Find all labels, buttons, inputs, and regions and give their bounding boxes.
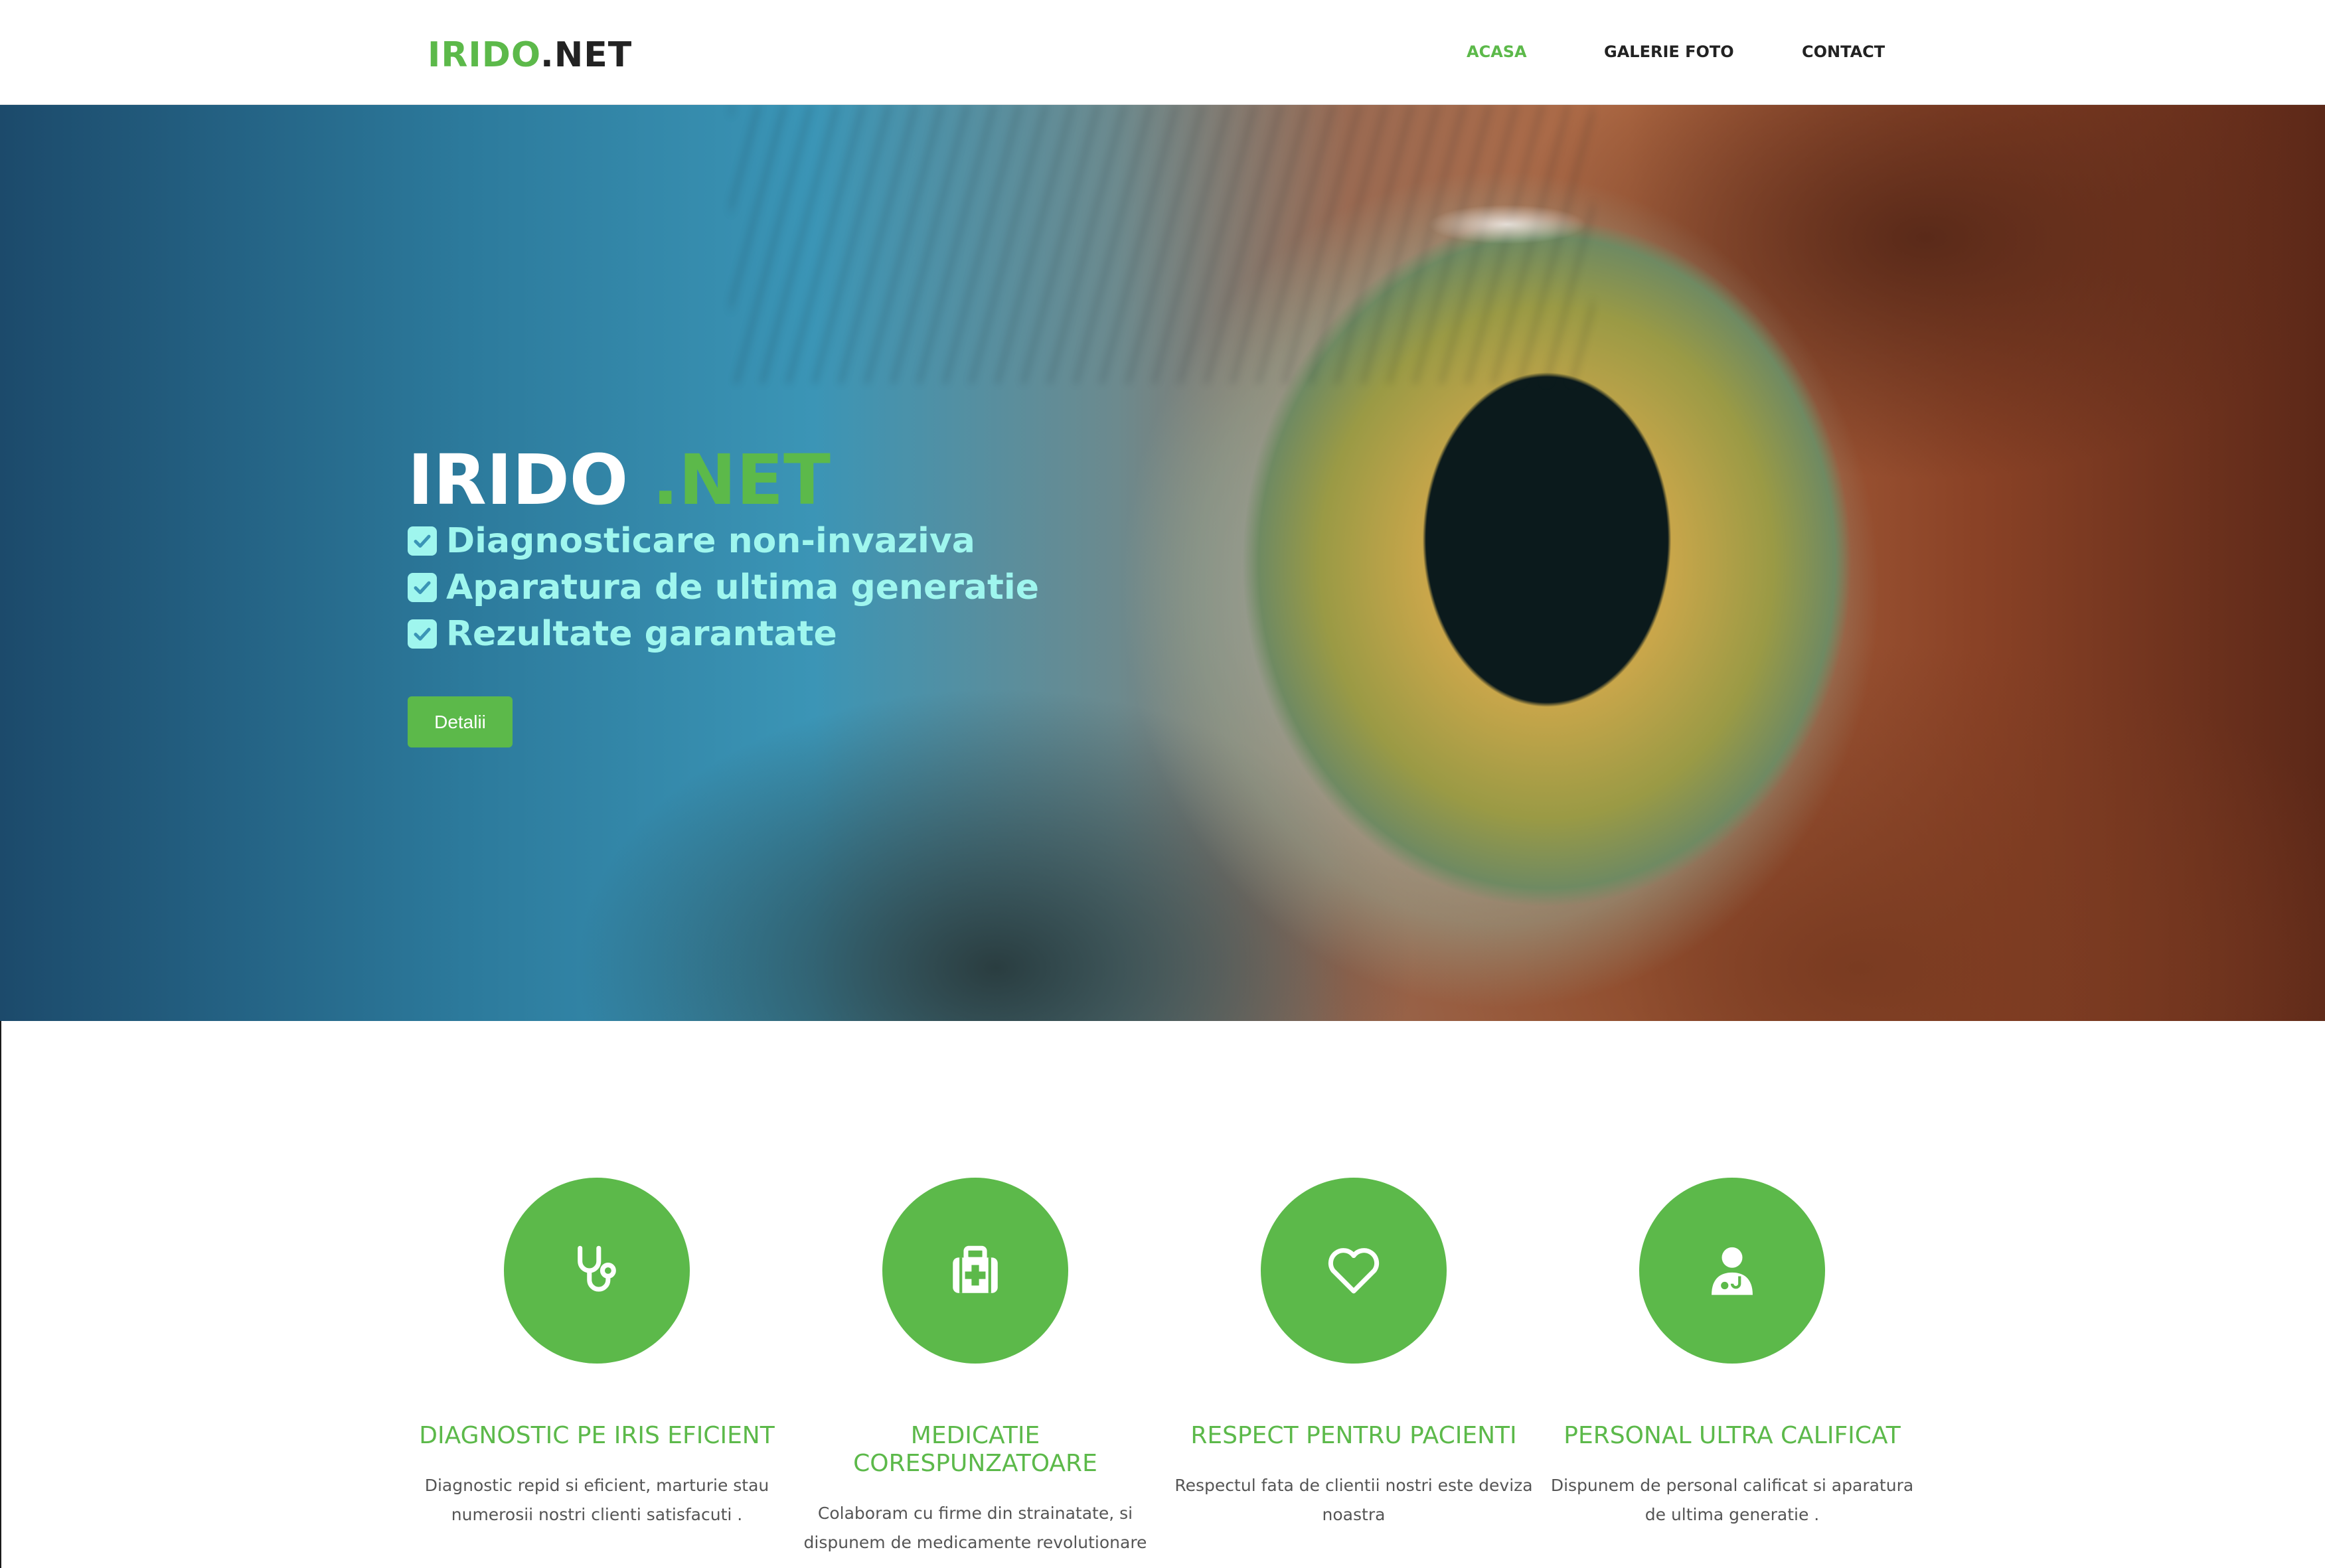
checkbox-checked-icon <box>408 573 437 602</box>
service-card: RESPECT PENTRU PACIENTI Respectul fata d… <box>1168 1178 1540 1529</box>
service-description: Respectul fata de clientii nostri este d… <box>1174 1476 1533 1524</box>
hero-eye-highlight <box>1427 204 1587 244</box>
hero-title-accent: .NET <box>652 439 831 520</box>
details-button[interactable]: Detalii <box>408 696 513 747</box>
service-card: MEDICATIE CORESPUNZATOARE Colaboram cu f… <box>789 1178 1161 1557</box>
hero-eyelash-texture <box>730 105 1593 384</box>
hero-feature-item: Rezultate garantate <box>408 611 1039 657</box>
heart-icon <box>1328 1248 1380 1294</box>
hero-feature-item: Aparatura de ultima generatie <box>408 564 1039 611</box>
service-description: Colaboram cu firme din strainatate, si d… <box>803 1504 1147 1552</box>
site-header: IRIDO.NET ACASA GALERIE FOTO CONTACT <box>0 0 2325 105</box>
service-title: RESPECT PENTRU PACIENTI <box>1190 1422 1517 1449</box>
service-title: DIAGNOSTIC PE IRIS EFICIENT <box>419 1422 775 1449</box>
service-icon-circle <box>1639 1178 1825 1364</box>
nav-item-galerie-foto[interactable]: GALERIE FOTO <box>1604 39 1734 65</box>
hero-feature-list: Diagnosticare non-invaziva Aparatura de … <box>408 518 1039 657</box>
stethoscope-icon <box>578 1245 616 1292</box>
hero-banner: IRIDO .NET Diagnosticare non-invaziva Ap… <box>0 105 2325 1021</box>
service-title: MEDICATIE CORESPUNZATOARE <box>853 1422 1097 1477</box>
service-icon-circle <box>504 1178 690 1364</box>
service-description: Diagnostic repid si eficient, marturie s… <box>424 1476 769 1524</box>
main-nav: ACASA GALERIE FOTO CONTACT <box>0 39 2325 65</box>
nav-item-acasa[interactable]: ACASA <box>1467 39 1527 65</box>
service-title: PERSONAL ULTRA CALIFICAT <box>1563 1422 1901 1449</box>
medkit-icon <box>953 1245 998 1293</box>
nav-item-contact[interactable]: CONTACT <box>1802 39 1885 65</box>
service-description: Dispunem de personal calificat si aparat… <box>1550 1476 1914 1524</box>
hero-feature-label: Aparatura de ultima generatie <box>446 568 1039 607</box>
service-icon-circle <box>882 1178 1068 1364</box>
service-icon-circle <box>1261 1178 1447 1364</box>
hero-title: IRIDO .NET <box>408 437 831 523</box>
checkbox-checked-icon <box>408 526 437 556</box>
doctor-icon <box>1712 1247 1753 1295</box>
hero-feature-label: Diagnosticare non-invaziva <box>446 521 975 561</box>
checkbox-checked-icon <box>408 619 437 649</box>
hero-feature-label: Rezultate garantate <box>446 614 837 654</box>
service-card: DIAGNOSTIC PE IRIS EFICIENT Diagnostic r… <box>411 1178 783 1529</box>
hero-feature-item: Diagnosticare non-invaziva <box>408 518 1039 564</box>
service-card: PERSONAL ULTRA CALIFICAT Dispunem de per… <box>1546 1178 1918 1529</box>
hero-title-main: IRIDO <box>408 439 629 520</box>
